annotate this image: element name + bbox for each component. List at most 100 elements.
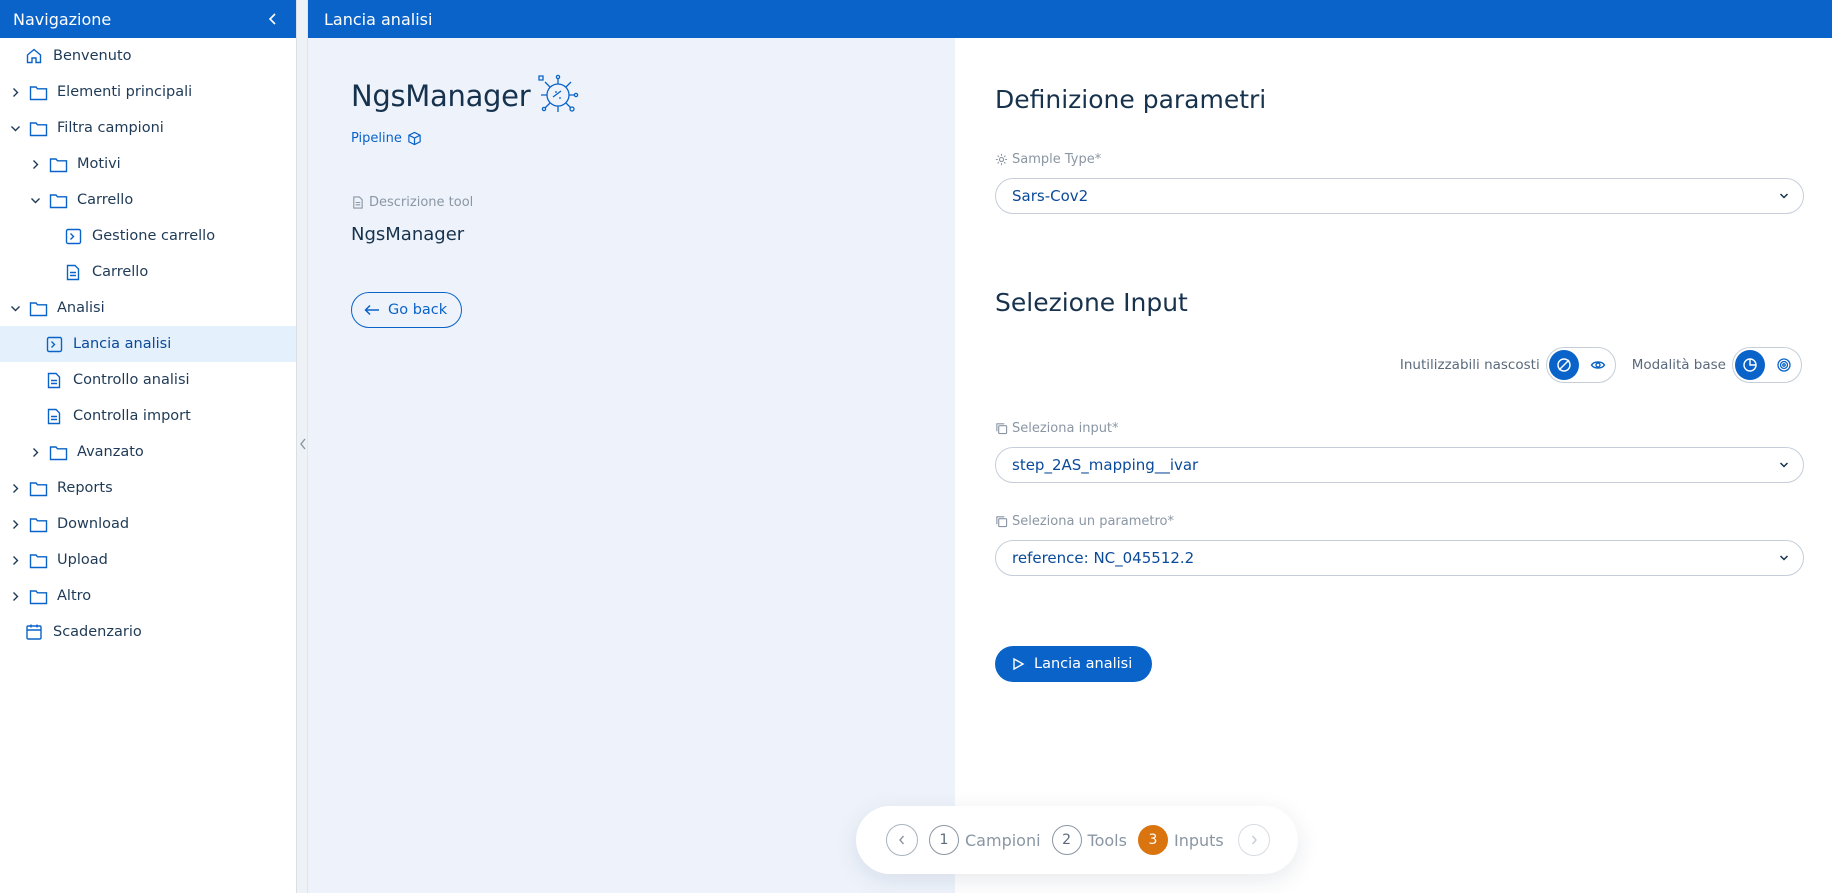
sidebar-title: Navigazione	[13, 9, 112, 29]
wizard-stepper: 1 Campioni 2 Tools 3 Inputs	[856, 806, 1298, 874]
sidebar-item-controlla-import[interactable]: Controlla import	[0, 398, 296, 434]
input-toggles: Inutilizzabili nascosti Modalità base	[1400, 347, 1802, 383]
chevron-right-icon[interactable]	[8, 553, 22, 567]
sidebar-item-label: Lancia analisi	[73, 336, 172, 352]
tool-name: NgsManager	[351, 79, 531, 113]
home-icon	[24, 46, 44, 66]
eye-toggle-button[interactable]	[1583, 350, 1613, 380]
sidebar-item-label: Altro	[57, 588, 92, 604]
page-title: Lancia analisi	[324, 9, 433, 29]
sidebar-item-carrello[interactable]: Carrello	[0, 254, 296, 290]
sidebar-item-label: Motivi	[77, 156, 121, 172]
sidebar-item-label: Controlla import	[73, 408, 191, 424]
sidebar-item-download[interactable]: Download	[0, 506, 296, 542]
document-icon	[44, 370, 64, 390]
step-next-button[interactable]	[1237, 824, 1270, 856]
sidebar-splitter[interactable]	[297, 0, 308, 893]
step-tools[interactable]: 2 Tools	[1051, 825, 1127, 855]
chevron-right-icon	[1251, 835, 1257, 845]
document-icon	[353, 196, 363, 209]
folder-icon	[48, 190, 68, 210]
sidebar-item-filtra-campioni[interactable]: Filtra campioni	[0, 110, 296, 146]
step-number-current: 3	[1137, 825, 1168, 855]
chevron-down-icon	[1779, 555, 1789, 561]
advanced-mode-button[interactable]	[1769, 350, 1799, 380]
launch-analysis-button[interactable]: Lancia analisi	[995, 646, 1153, 682]
sidebar-item-benvenuto[interactable]: Benvenuto	[0, 38, 296, 74]
go-back-button[interactable]: Go back	[351, 292, 463, 328]
select-input-dropdown[interactable]: step_2AS_mapping__ivar	[995, 447, 1804, 483]
basic-mode-button[interactable]	[1735, 350, 1765, 380]
go-back-label: Go back	[388, 302, 448, 318]
sidebar-item-elementi-principali[interactable]: Elementi principali	[0, 74, 296, 110]
sidebar-item-avanzato[interactable]: Avanzato	[0, 434, 296, 470]
sidebar-item-analisi[interactable]: Analisi	[0, 290, 296, 326]
chevron-right-icon[interactable]	[8, 85, 22, 99]
step-number: 1	[929, 825, 959, 855]
sidebar-item-altro[interactable]: Altro	[0, 578, 296, 614]
page-header: Lancia analisi	[308, 0, 1832, 38]
sidebar-item-label: Controllo analisi	[73, 372, 190, 388]
sidebar: Navigazione Benvenuto Elementi principali…	[0, 0, 297, 893]
terminal-icon	[44, 334, 64, 354]
chevron-left-icon	[300, 438, 306, 450]
copy-icon	[996, 423, 1008, 435]
folder-icon	[28, 298, 48, 318]
chevron-right-icon[interactable]	[8, 481, 22, 495]
sidebar-item-reports[interactable]: Reports	[0, 470, 296, 506]
select-param-label: Seleziona un parametro*	[995, 514, 1174, 529]
virus-logo-icon	[536, 73, 580, 121]
chevron-down-icon[interactable]	[28, 193, 42, 207]
splitter-grip[interactable]	[298, 436, 308, 452]
sidebar-item-label: Analisi	[57, 300, 105, 316]
chevron-left-icon	[899, 835, 905, 845]
target-icon	[1777, 358, 1791, 372]
chevron-down-icon[interactable]	[8, 121, 22, 135]
description-value: NgsManager	[351, 224, 465, 245]
chevron-down-icon	[1779, 462, 1789, 468]
pipeline-label: Pipeline	[351, 131, 402, 146]
sidebar-header: Navigazione	[0, 0, 296, 38]
sidebar-item-gestione-carrello[interactable]: Gestione carrello	[0, 218, 296, 254]
folder-icon	[28, 550, 48, 570]
sidebar-item-carrello[interactable]: Carrello	[0, 182, 296, 218]
folder-icon	[28, 82, 48, 102]
select-param-dropdown[interactable]: reference: NC_045512.2	[995, 540, 1804, 576]
mode-toggle-label: Modalità base	[1631, 357, 1726, 373]
folder-icon	[28, 118, 48, 138]
params-section-title: Definizione parametri	[995, 85, 1267, 114]
sidebar-item-motivi[interactable]: Motivi	[0, 146, 296, 182]
collapse-sidebar-button[interactable]	[262, 8, 284, 30]
folder-icon	[28, 478, 48, 498]
step-label: Tools	[1087, 830, 1127, 850]
sidebar-item-upload[interactable]: Upload	[0, 542, 296, 578]
folder-icon	[48, 154, 68, 174]
sidebar-item-label: Scadenzario	[53, 624, 142, 640]
step-label: Inputs	[1173, 830, 1224, 850]
step-inputs[interactable]: 3 Inputs	[1137, 825, 1224, 855]
chevron-down-icon[interactable]	[8, 301, 22, 315]
chevron-right-icon[interactable]	[8, 589, 22, 603]
sidebar-item-controllo-analisi[interactable]: Controllo analisi	[0, 362, 296, 398]
folder-icon	[48, 442, 68, 462]
folder-icon	[28, 586, 48, 606]
sidebar-item-lancia-analisi[interactable]: Lancia analisi	[0, 326, 296, 362]
chevron-right-icon[interactable]	[8, 517, 22, 531]
chevron-right-icon[interactable]	[28, 157, 42, 171]
chevron-right-icon[interactable]	[28, 445, 42, 459]
sample-type-value: Sars-Cov2	[1012, 187, 1089, 205]
play-icon	[1013, 657, 1025, 671]
hidden-toggle[interactable]	[1545, 347, 1616, 383]
step-campioni[interactable]: 1 Campioni	[929, 825, 1041, 855]
select-input-label-text: Seleziona input*	[1012, 421, 1119, 436]
sidebar-item-scadenzario[interactable]: Scadenzario	[0, 614, 296, 650]
eye-off-toggle-button[interactable]	[1548, 350, 1579, 380]
select-param-value: reference: NC_045512.2	[1012, 549, 1195, 567]
sample-type-select[interactable]: Sars-Cov2	[995, 178, 1804, 214]
pipeline-link[interactable]: Pipeline	[351, 131, 422, 146]
step-prev-button[interactable]	[886, 824, 918, 856]
gear-icon	[995, 153, 1008, 166]
arrow-left-icon	[364, 304, 379, 316]
sidebar-nav: Benvenuto Elementi principali Filtra campi…	[0, 38, 296, 650]
mode-toggle[interactable]	[1732, 347, 1802, 383]
